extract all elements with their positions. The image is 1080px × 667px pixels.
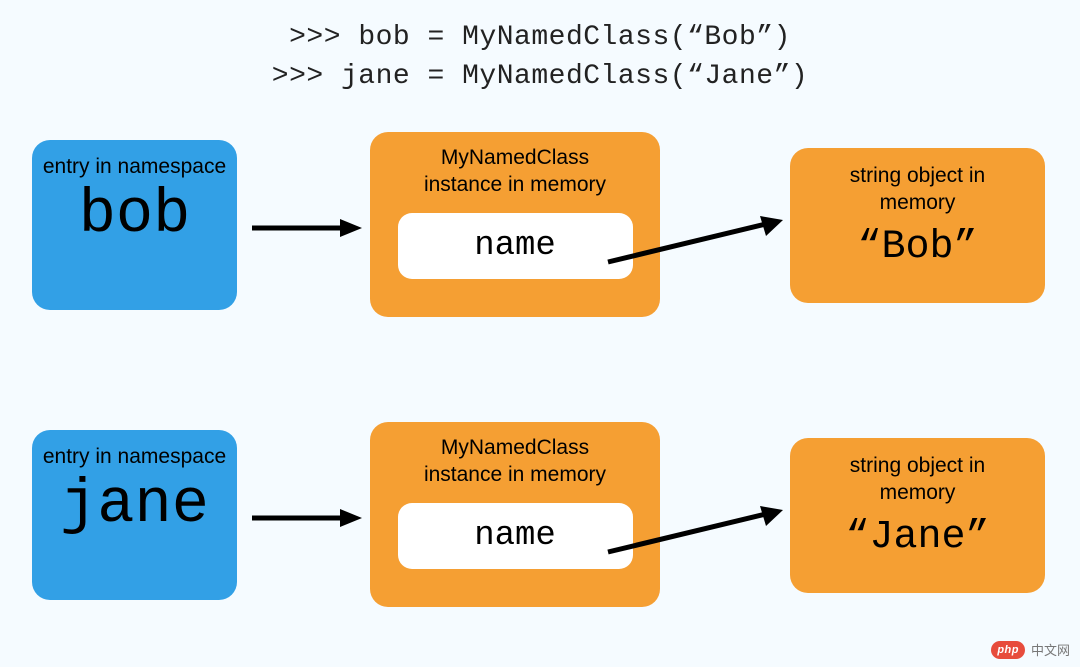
watermark-badge: php (991, 641, 1025, 659)
instance-label-line1: MyNamedClass (441, 146, 589, 169)
instance-label: MyNamedClass instance in memory (370, 422, 660, 489)
instance-label-line1: MyNamedClass (441, 436, 589, 459)
arrow-icon (608, 212, 783, 272)
string-label-line1: string object in (850, 454, 985, 477)
watermark: php 中文网 (991, 640, 1070, 659)
string-value: “Jane” (790, 507, 1045, 560)
diagram-row-bob: entry in namespace bob MyNamedClass inst… (0, 130, 1080, 330)
namespace-box-jane: entry in namespace jane (32, 430, 237, 600)
instance-label: MyNamedClass instance in memory (370, 132, 660, 199)
string-box-jane: string object in memory “Jane” (790, 438, 1045, 593)
arrow-icon (252, 216, 362, 240)
string-value: “Bob” (790, 217, 1045, 270)
string-label-line2: memory (880, 191, 956, 214)
string-label: string object in memory (790, 438, 1045, 507)
namespace-label-text: entry in namespace (43, 445, 226, 468)
watermark-text: 中文网 (1031, 640, 1070, 659)
namespace-label: entry in namespace (32, 140, 237, 180)
string-box-bob: string object in memory “Bob” (790, 148, 1045, 303)
namespace-label: entry in namespace (32, 430, 237, 470)
string-label-line1: string object in (850, 164, 985, 187)
instance-label-line2: instance in memory (424, 173, 606, 196)
attribute-name-box: name (398, 503, 633, 569)
namespace-box-bob: entry in namespace bob (32, 140, 237, 310)
instance-label-line2: instance in memory (424, 463, 606, 486)
attribute-name-box: name (398, 213, 633, 279)
string-label-line2: memory (880, 481, 956, 504)
arrow-icon (252, 506, 362, 530)
namespace-name: bob (32, 180, 237, 246)
string-label: string object in memory (790, 148, 1045, 217)
code-line-2: >>> jane = MyNamedClass(“Jane”) (0, 57, 1080, 96)
namespace-name: jane (32, 470, 237, 536)
namespace-label-text: entry in namespace (43, 155, 226, 178)
code-block: >>> bob = MyNamedClass(“Bob”) >>> jane =… (0, 0, 1080, 96)
arrow-icon (608, 502, 783, 562)
code-line-1: >>> bob = MyNamedClass(“Bob”) (0, 18, 1080, 57)
diagram-row-jane: entry in namespace jane MyNamedClass ins… (0, 420, 1080, 620)
